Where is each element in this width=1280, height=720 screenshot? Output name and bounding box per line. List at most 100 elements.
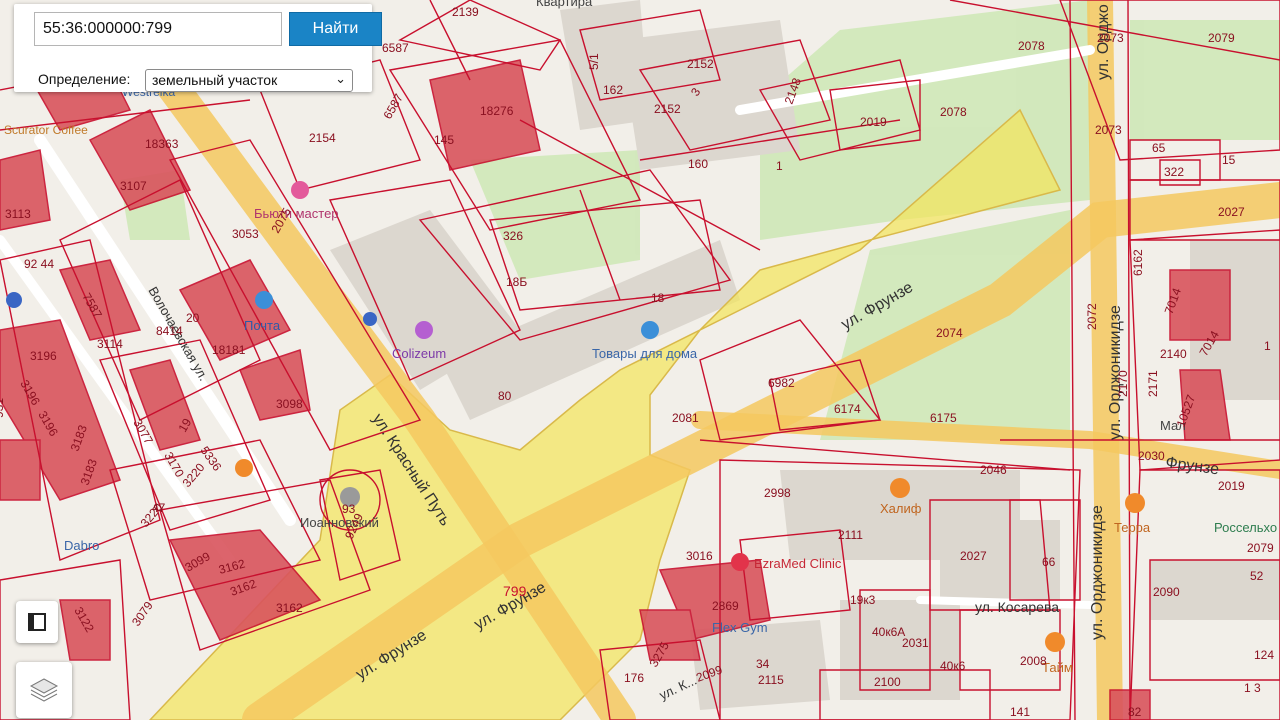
search-input[interactable] [34,12,282,46]
parcel-label: 2081 [672,411,699,425]
parcel-label: 6162 [1131,249,1145,276]
poi-terra: Терра [1114,520,1151,535]
parcel-label: 92 44 [24,257,54,271]
parcel-label: 1 3 [1244,681,1261,695]
layers-stack-icon [29,678,59,702]
parcel-label: 18363 [145,137,179,151]
parcel-label: 3114 [97,337,123,351]
parcel-label: 6982 [768,376,795,390]
parcel-label: 2031 [902,636,929,650]
parcel-label: 2115 [758,673,784,687]
parcel-label: 52 [1250,569,1264,583]
street-kosareva: ул. Косарева [975,599,1059,615]
parcel-label: 3098 [276,397,303,411]
parcel-label: 326 [503,229,523,243]
parcel-label: 2090 [1153,585,1180,599]
parcel-label: 19к3 [850,593,876,607]
parcel-label: 2078 [1018,39,1045,53]
parcel-label: 20 [186,311,200,325]
parcel-label: 5/1 [587,53,601,70]
parcel-label: 931 [0,398,6,418]
search-panel: Найти Определение: земельный участок ⌄ [14,4,382,92]
parcel-label: 6587 [382,41,409,55]
poi-rosselhoz: Россельхо [1214,520,1277,535]
parcel-label: 2154 [309,131,336,145]
parcel-label: 15 [1222,153,1236,167]
parcel-label: 2078 [940,105,967,119]
poi-kvart: Квартира [536,0,593,9]
parcel-label: 2027 [1218,205,1245,219]
poi-gym: Flex Gym [712,620,768,635]
parcel-label: 1 [1264,339,1271,353]
parcel-label: 2139 [452,5,479,19]
parcel-label: 2171 [1146,370,1160,397]
parcel-label: 2998 [764,486,791,500]
parcel-label: 2100 [874,675,901,689]
poi-home: Товары для дома [592,346,698,361]
poi-dabro: Dabro [64,538,99,553]
parcel-label: 3196 [30,349,57,363]
parcel-label: 6174 [834,402,861,416]
definition-label: Определение: [38,71,131,87]
parcel-label: 2152 [687,57,714,71]
parcel-label: 18181 [212,343,246,357]
poi-coffee: Scurator Coffee [4,123,88,137]
parcel-label: 18 [651,291,665,305]
layers-button[interactable] [16,662,72,718]
parcel-label: 3016 [686,549,713,563]
parcel-label: 2079 [1247,541,1274,555]
parcel-label: 176 [624,671,644,685]
parcel-label: 2869 [712,599,739,613]
parcel-label: 8414 [156,324,183,338]
parcel-label: 141 [1010,705,1030,719]
poi-halif: Халиф [880,501,922,516]
parcel-label: 2170 [1116,370,1130,397]
parcel-label: 322 [1164,165,1184,179]
parcel-label: 1 [776,159,783,173]
parcel-label: 2072 [1085,303,1099,330]
poi-ezramed: EzraMed Clinic [754,556,842,571]
parcel-label: 82 [1128,705,1142,719]
parcel-label: 65 [1152,141,1166,155]
poi-pochta: Почта [244,318,281,333]
map-layer-toggle-button[interactable] [16,601,58,643]
parcel-label: 3113 [5,207,31,221]
parcel-label: 124 [1254,648,1274,662]
definition-select-value: земельный участок [152,72,278,88]
parcel-label: 34 [756,657,770,671]
parcel-label: 145 [434,133,454,147]
parcel-label: 18Б [506,275,527,289]
parcel-label: 47 [152,501,166,515]
poi-ioann: Иоанновский [300,515,379,530]
poi-solizeum: Colizeum [392,346,446,361]
poi-beauty: Бьюти мастер [254,206,339,221]
parcel-label: 2079 [1208,31,1235,45]
parcel-label: 2030 [1138,449,1165,463]
parcel-label: 160 [688,157,708,171]
parcel-label: 3107 [120,179,147,193]
parcel-label: 2027 [960,549,987,563]
parcel-label: 3053 [232,227,259,241]
parcel-label: 2140 [1160,347,1187,361]
parcel-label: 2019 [860,115,887,129]
parcel-label: 6175 [930,411,957,425]
selected-parcel-label: 799 [503,583,527,599]
parcel-label: 80 [498,389,512,403]
cadastral-map[interactable]: ул. Фрунзе ул. Фрунзе ул. Фрунзе Фрунзе … [0,0,1280,720]
parcel-label: 162 [603,83,623,97]
parcel-label: 2019 [1218,479,1245,493]
parcel-label: 2111 [838,528,863,542]
map-layer-icon [28,613,46,631]
parcel-label: 40к6 [940,659,966,673]
street-ordzhonikidze-2: ул. Орджоникидзе [1089,505,1106,640]
parcel-label: 18276 [480,104,514,118]
parcel-label: 2008 [1020,654,1047,668]
find-button[interactable]: Найти [289,12,382,46]
parcel-label: 2046 [980,463,1007,477]
chevron-down-icon: ⌄ [335,71,346,86]
parcel-label: 66 [1042,555,1056,569]
definition-select[interactable]: земельный участок ⌄ [145,69,353,92]
parcel-label: 2073 [1095,123,1122,137]
parcel-label: 40к6А [872,625,905,639]
parcel-label: 3162 [276,601,303,615]
